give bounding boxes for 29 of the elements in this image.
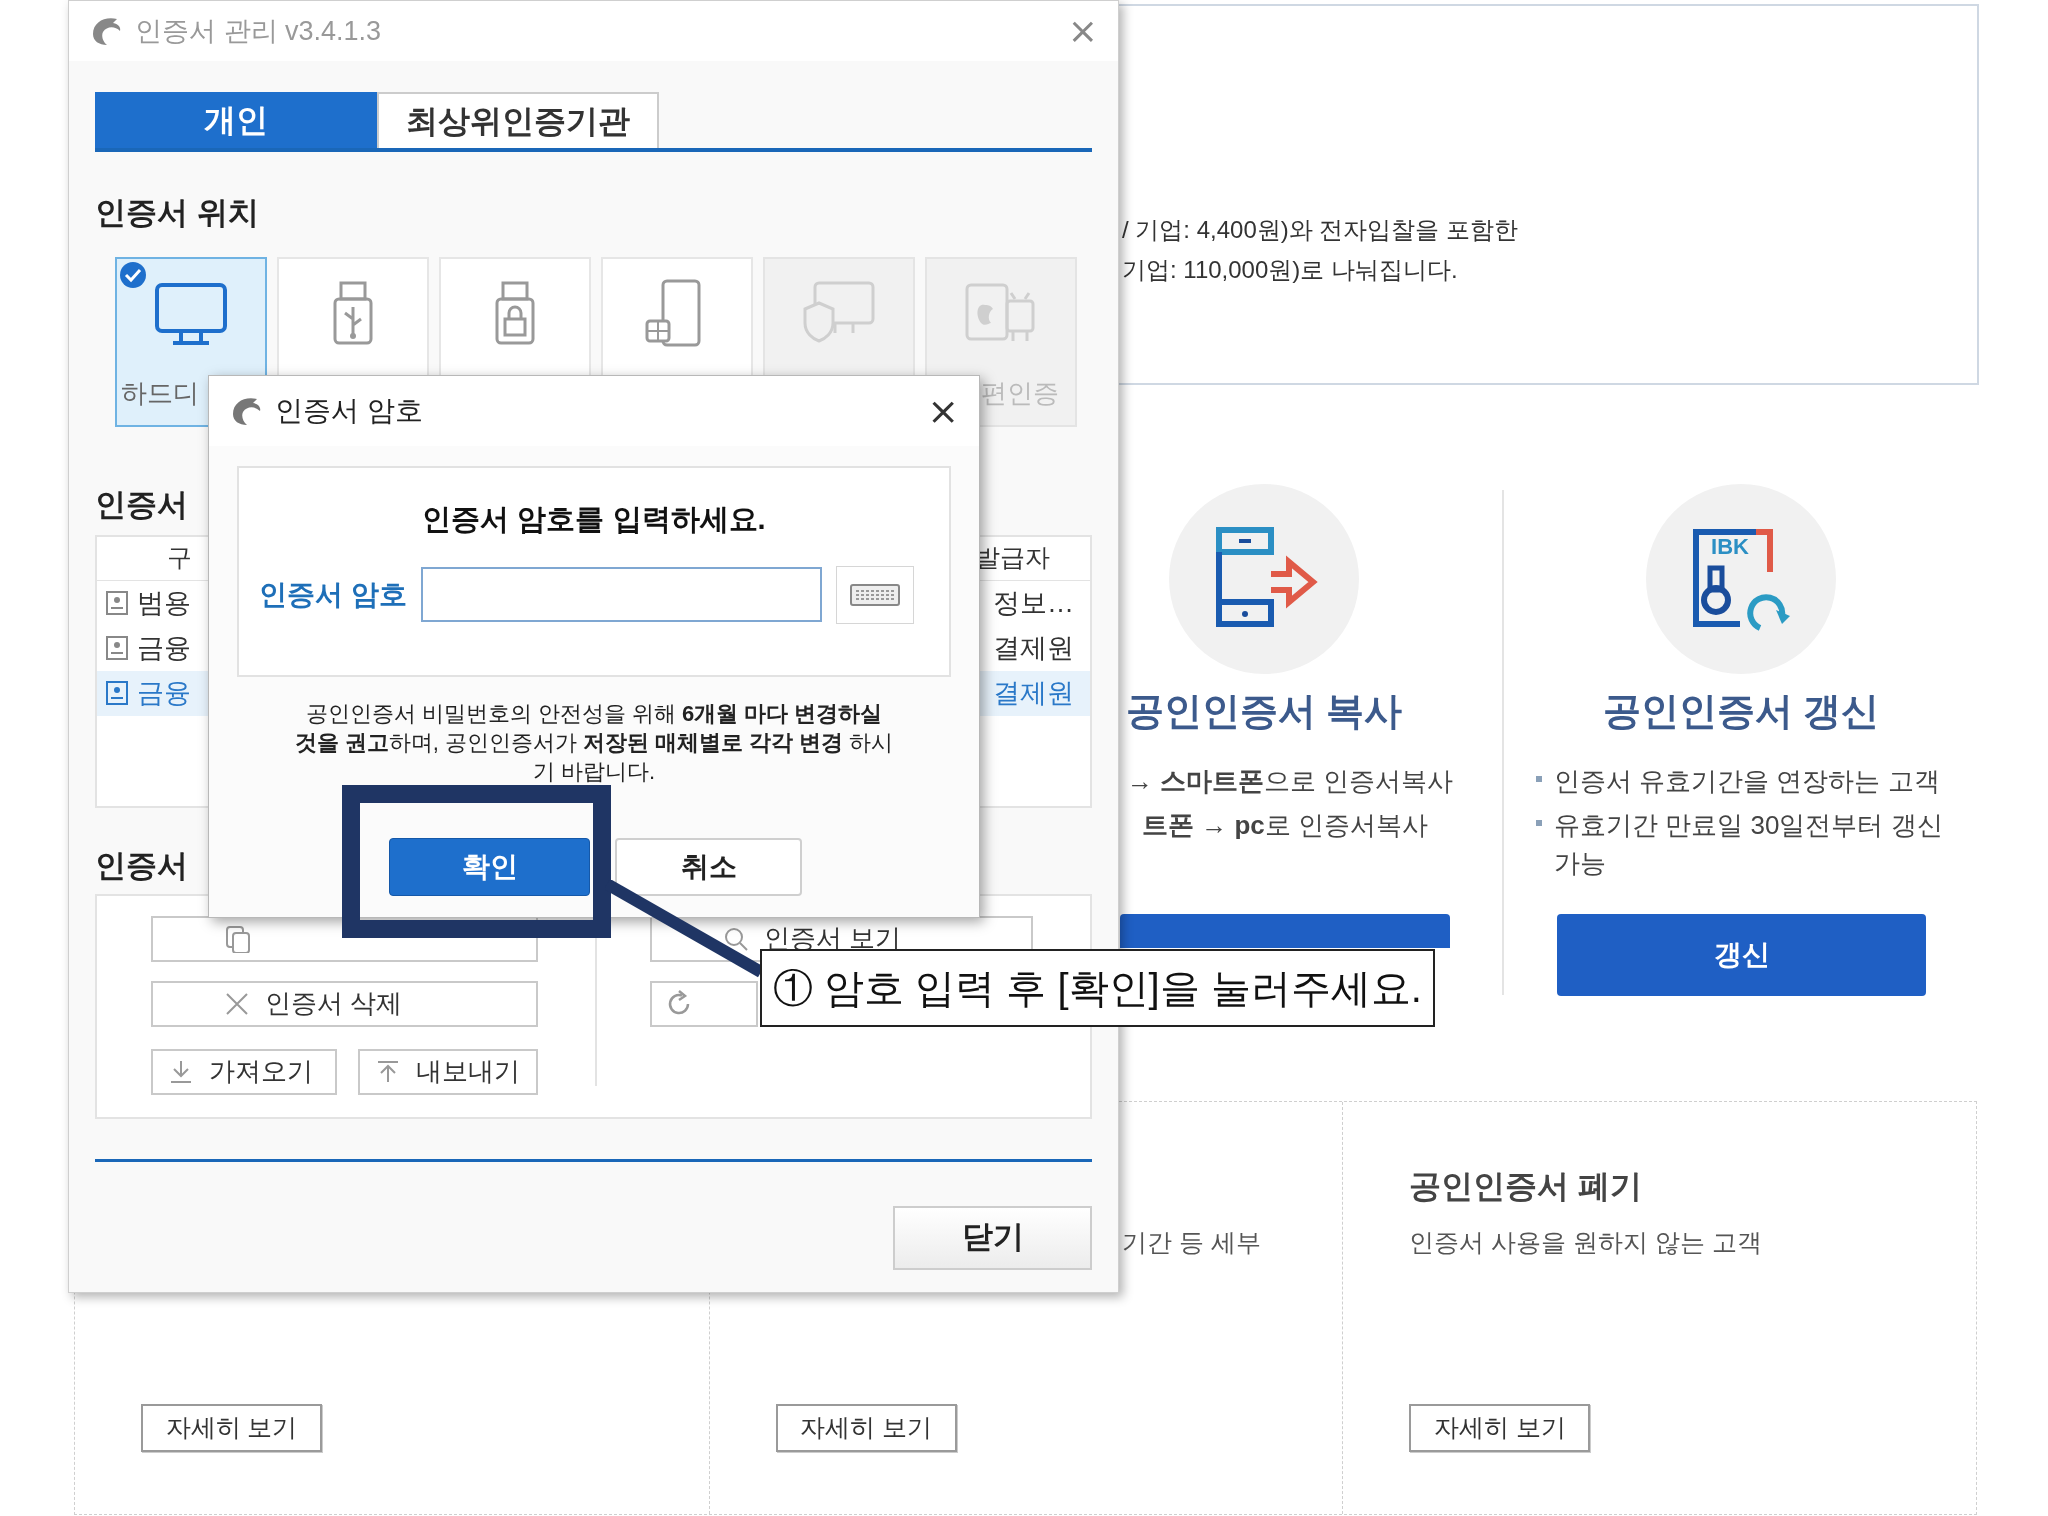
column-header: 구 <box>167 542 192 574</box>
prompt-text: 인증서 암호를 입력하세요. <box>422 502 766 537</box>
window-title: 인증서 관리 v3.4.1.3 <box>135 14 382 48</box>
info-text: / 기업: 4,400원)와 전자입찰을 포함한 <box>1122 215 1519 245</box>
table-cell-text: 범용 <box>137 586 191 620</box>
column-header: 발급자 <box>975 542 1050 574</box>
table-cell-text: 금융 <box>137 631 191 665</box>
service-title: 공인인증서 갱신 <box>1601 689 1881 734</box>
field-label: 인증서 암호 <box>259 577 407 612</box>
table-cell-text: 결제원 <box>993 676 1074 710</box>
info-text: 기업: 110,000원)로 나눠집니다. <box>1122 255 1458 285</box>
callout-text: ① 암호 입력 후 [확인]을 눌러주세요. <box>760 949 1435 1027</box>
service-text: 인증서 유효기간을 연장하는 고객 <box>1554 765 1940 798</box>
card-text: 인증서 사용을 원하지 않는 고객 <box>1409 1227 1763 1258</box>
section-heading: 인증서 <box>95 485 188 524</box>
section-heading: 인증서 <box>95 846 188 885</box>
card-title: 공인인증서 폐기 <box>1409 1167 1643 1206</box>
service-text: 유효기간 만료일 30일전부터 갱신 가능 <box>1554 809 1944 880</box>
table-cell-text: 결제원 <box>993 631 1074 665</box>
service-text: 트폰 → pc로 인증서복사 <box>1142 809 1429 842</box>
service-title: 공인인증서 복사 <box>1124 689 1404 734</box>
notice-text: 공인인증서 비밀번호의 안전성을 위해 6개월 마다 변경하실 것을 권고하며, 공인인증서가 저장된 매체별로 각각 변경 하시기 바랍니다. <box>294 700 894 786</box>
section-heading: 인증서 위치 <box>95 194 259 232</box>
table-cell-text: 정보… <box>993 586 1074 620</box>
location-label: 하드디 <box>121 376 199 410</box>
dialog-title: 인증서 암호 <box>275 394 423 428</box>
card-text: 기간 등 세부 <box>1121 1227 1261 1258</box>
service-text: → 스마트폰으로 인증서복사 <box>1127 765 1454 798</box>
table-cell-text: 금융 <box>137 676 191 710</box>
